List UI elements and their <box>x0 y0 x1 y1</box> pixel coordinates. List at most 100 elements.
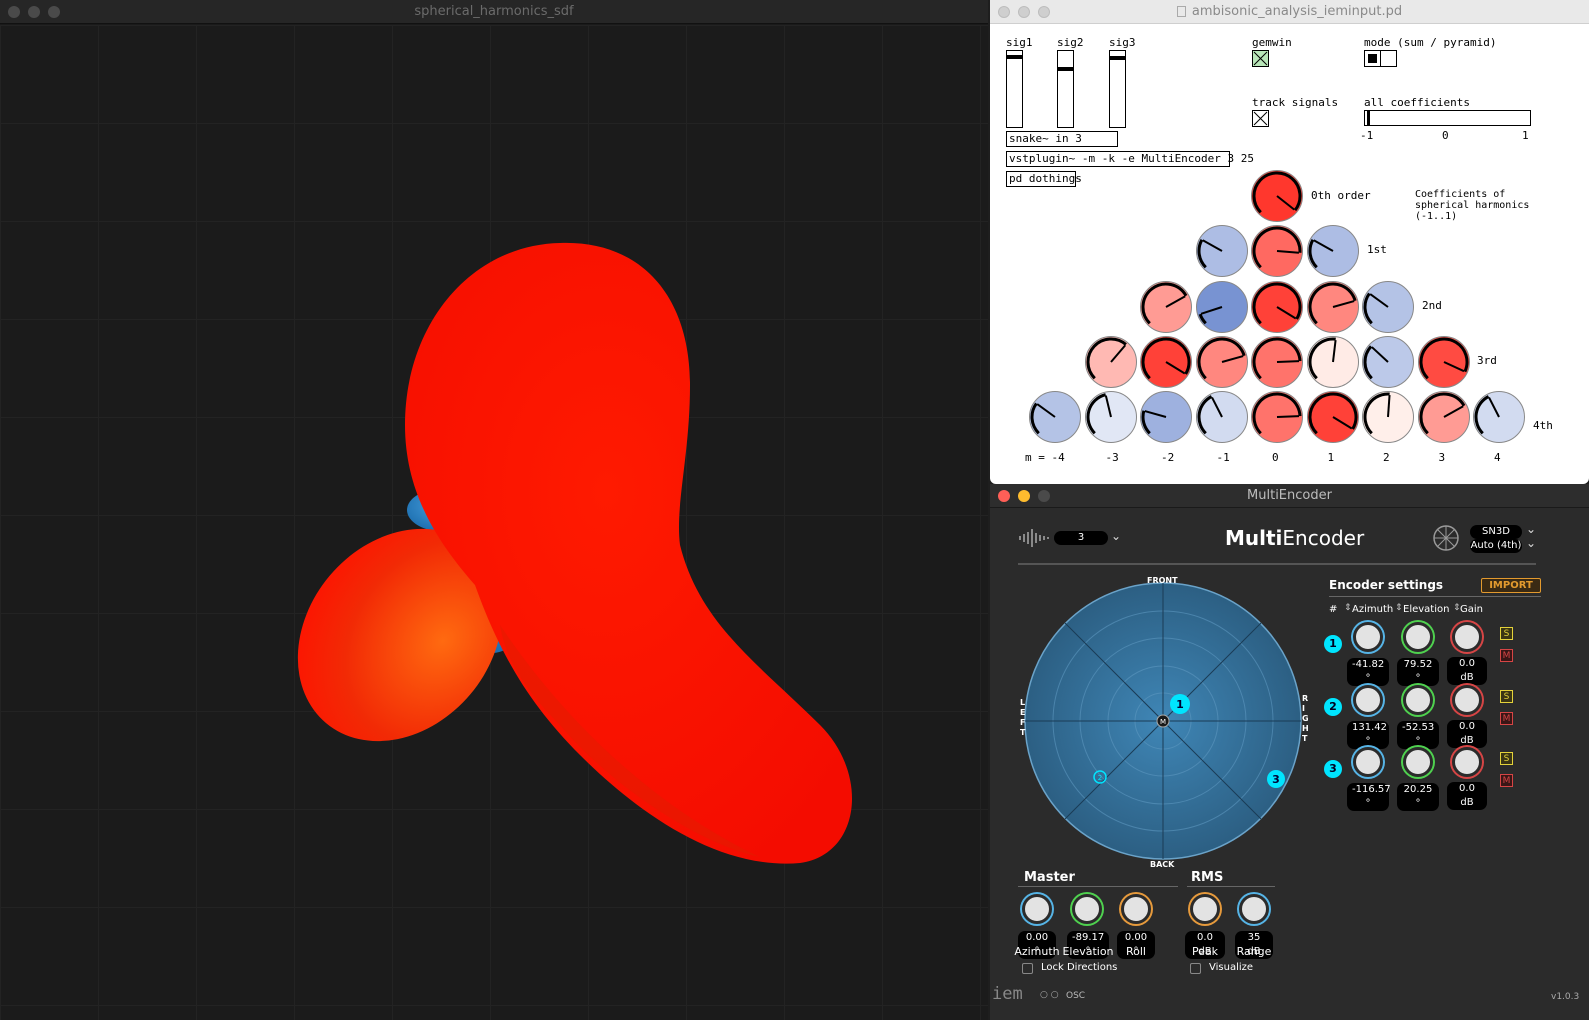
zoom-button[interactable] <box>1038 6 1050 18</box>
solo-button[interactable]: S <box>1500 752 1513 765</box>
slider-knob[interactable] <box>1058 67 1073 71</box>
gemwin-toggle[interactable] <box>1252 50 1269 67</box>
coefficient-knob[interactable] <box>1140 391 1192 443</box>
coefficient-knob[interactable] <box>1417 336 1470 388</box>
azimuth-value[interactable]: -41.82 ° <box>1347 658 1389 686</box>
azimuth-value[interactable]: 131.42 ° <box>1347 721 1389 749</box>
osc-label[interactable]: OSC <box>1066 991 1085 1001</box>
sphere-panel[interactable]: M 1 2 3 <box>1018 576 1308 868</box>
pd-dothings-object[interactable]: pd dothings <box>1006 171 1082 187</box>
coefficient-knob[interactable] <box>1251 170 1303 222</box>
elevation-value[interactable]: 79.52 ° <box>1397 658 1439 686</box>
coefficient-knob[interactable] <box>1362 391 1414 443</box>
sig1-slider[interactable] <box>1006 50 1023 128</box>
close-button[interactable] <box>998 6 1010 18</box>
sig3-slider[interactable] <box>1109 50 1126 128</box>
normalization-select[interactable]: SN3D <box>1470 525 1522 539</box>
slider-knob[interactable] <box>1367 111 1370 125</box>
coefficient-knob[interactable] <box>1029 391 1081 443</box>
coefficient-knob[interactable] <box>1362 336 1414 388</box>
chevron-down-icon[interactable]: ⌄ <box>1526 522 1536 536</box>
mode-radio[interactable] <box>1364 50 1397 67</box>
minimize-button[interactable] <box>28 6 40 18</box>
coefficient-knob[interactable] <box>1306 225 1359 277</box>
rms-peak-knob[interactable] <box>1190 894 1220 924</box>
coefficient-knob[interactable] <box>1195 225 1248 277</box>
chevron-down-icon[interactable]: ⌄ <box>1111 529 1121 543</box>
azimuth-knob[interactable] <box>1353 747 1383 777</box>
coefficient-knob[interactable] <box>1306 336 1359 388</box>
solo-button[interactable]: S <box>1500 690 1513 703</box>
encoder-number-badge[interactable]: 2 <box>1324 698 1342 716</box>
elevation-value[interactable]: -52.53 ° <box>1397 721 1439 749</box>
gain-knob[interactable] <box>1452 622 1482 652</box>
azimuth-value[interactable]: -116.57 ° <box>1347 783 1391 811</box>
order-select[interactable]: Auto (4th) <box>1470 539 1522 553</box>
gem-render-viewport[interactable] <box>0 25 988 1020</box>
slider-knob[interactable] <box>1007 55 1022 59</box>
slider-knob[interactable] <box>1110 56 1125 60</box>
coefficient-knob[interactable] <box>1195 391 1248 443</box>
master-azimuth-knob[interactable] <box>1022 894 1052 924</box>
azimuth-knob[interactable] <box>1353 622 1383 652</box>
zoom-button[interactable] <box>48 6 60 18</box>
chevron-down-icon[interactable]: ⌄ <box>1526 536 1536 550</box>
coefficient-knob[interactable] <box>1195 281 1248 333</box>
encoder-point-3[interactable]: 3 <box>1267 770 1285 788</box>
gain-value[interactable]: 0.0 dB <box>1447 782 1487 810</box>
master-roll-knob[interactable] <box>1121 894 1151 924</box>
coefficient-knob[interactable] <box>1473 391 1525 443</box>
coefficient-knob[interactable] <box>1306 281 1359 333</box>
mute-button[interactable]: M <box>1500 649 1513 662</box>
coefficient-knob[interactable] <box>1306 391 1359 443</box>
coefficient-knob[interactable] <box>1084 391 1137 443</box>
import-button[interactable]: IMPORT <box>1481 578 1541 593</box>
encoder-point-1[interactable]: 1 <box>1170 694 1190 714</box>
elevation-value[interactable]: 20.25 ° <box>1397 783 1439 811</box>
coefficient-knob[interactable] <box>1417 391 1470 443</box>
coefficient-knob[interactable] <box>1084 336 1137 388</box>
gain-knob[interactable] <box>1452 747 1482 777</box>
coefficient-knob[interactable] <box>1362 281 1414 333</box>
coefficient-knob[interactable] <box>1140 281 1192 333</box>
solo-button[interactable]: S <box>1500 627 1513 640</box>
sort-icon[interactable]: ⇕ <box>1395 603 1403 613</box>
gain-knob[interactable] <box>1452 685 1482 715</box>
close-button[interactable] <box>998 490 1010 502</box>
mode-radio-pyramid[interactable] <box>1381 51 1396 66</box>
all-coefficients-slider[interactable] <box>1364 110 1531 126</box>
rms-range-knob[interactable] <box>1239 894 1269 924</box>
gain-value[interactable]: 0.0 dB <box>1447 720 1487 748</box>
mode-radio-sum[interactable] <box>1365 51 1381 66</box>
coefficient-knob[interactable] <box>1251 391 1303 443</box>
coefficient-knob[interactable] <box>1195 336 1248 388</box>
mute-button[interactable]: M <box>1500 774 1513 787</box>
num-inputs-select[interactable]: 3 <box>1054 531 1108 545</box>
coefficient-knob[interactable] <box>1251 336 1303 388</box>
visualize-checkbox[interactable] <box>1190 963 1201 974</box>
zoom-button[interactable] <box>1038 490 1050 502</box>
sort-icon[interactable]: ⇕ <box>1344 603 1352 613</box>
snake-object[interactable]: snake~ in 3 <box>1006 131 1118 147</box>
elevation-knob[interactable] <box>1403 685 1433 715</box>
osc-status-icon[interactable]: ○ ○ <box>1040 990 1059 1000</box>
mute-button[interactable]: M <box>1500 712 1513 725</box>
minimize-button[interactable] <box>1018 490 1030 502</box>
coefficient-knob[interactable] <box>1140 336 1192 388</box>
coefficient-knob[interactable] <box>1251 281 1303 333</box>
encoder-number-badge[interactable]: 3 <box>1324 760 1342 778</box>
azimuth-knob[interactable] <box>1353 685 1383 715</box>
lock-directions-checkbox[interactable] <box>1022 963 1033 974</box>
close-button[interactable] <box>8 6 20 18</box>
elevation-knob[interactable] <box>1403 747 1433 777</box>
sig2-slider[interactable] <box>1057 50 1074 128</box>
gain-value[interactable]: 0.0 dB <box>1447 657 1487 685</box>
coefficient-knob[interactable] <box>1251 225 1303 277</box>
encoder-number-badge[interactable]: 1 <box>1324 635 1342 653</box>
track-signals-toggle[interactable] <box>1252 110 1269 127</box>
minimize-button[interactable] <box>1018 6 1030 18</box>
master-elevation-knob[interactable] <box>1072 894 1102 924</box>
knob-indicator <box>1363 392 1391 435</box>
elevation-knob[interactable] <box>1403 622 1433 652</box>
vstplugin-object[interactable]: vstplugin~ -m -k -e MultiEncoder 3 25 <box>1006 151 1254 167</box>
